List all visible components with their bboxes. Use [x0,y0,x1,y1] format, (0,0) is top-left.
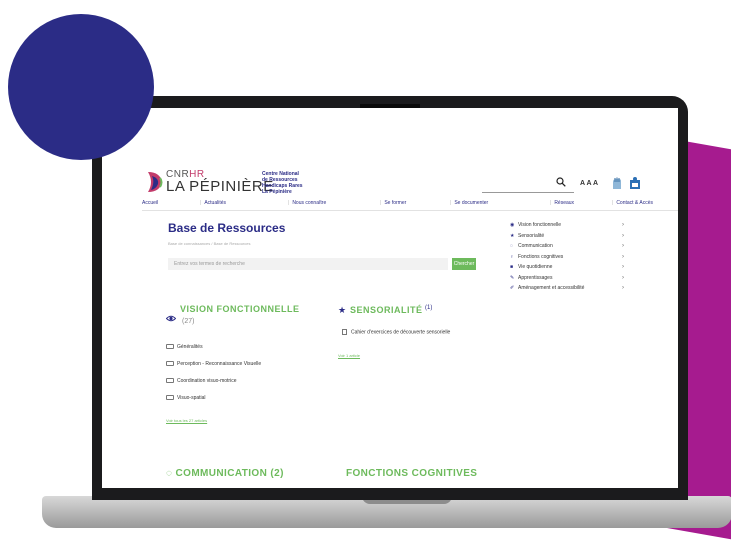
laptop-bezel: CNRHR LA PÉPINIÈRE Centre National de Re… [92,96,688,500]
page-title: Base de Ressources [168,221,286,235]
nav-item-contact[interactable]: Contact & Accès [612,200,653,206]
section-title-vision[interactable]: VISION FONCTIONNELLE [180,304,300,314]
sidebar-item-label: Sensorialité [518,232,545,239]
list-item[interactable]: Visuo-spatial [166,395,261,412]
eye-icon [166,315,176,322]
list-item-label: Perception - Reconnaissance Visuelle [177,361,262,367]
list-item-label: Généralités [177,344,203,350]
sidebar-item-label: Vision fonctionnelle [518,222,561,228]
main-navigation: Accueil Actualités Nous connaître Se for… [142,198,678,211]
sidebar-item-apprentissages[interactable]: ✎ Apprentissages › [510,275,630,286]
chevron-right-icon: › [622,274,624,281]
see-all-vision-link[interactable]: Voir tous les 27 articles [166,418,207,423]
chevron-right-icon: › [622,222,624,228]
sidebar-item-communication[interactable]: ◌ Communication › [510,243,630,254]
list-item[interactable]: Généralités [166,344,261,361]
home-icon: ■ [510,264,514,270]
chevron-right-icon: › [622,253,624,260]
sidebar-item-label: Apprentissages [518,274,553,281]
sidebar-item-label: Communication [518,243,553,249]
resource-search-input[interactable]: Entrez vos termes de recherche [168,258,448,270]
header-search-field[interactable] [482,192,574,193]
brand-sub-line: La Pépinière [262,189,292,195]
section-count-sensorialite: (1) [425,305,433,311]
decorative-navy-circle [8,14,154,160]
document-icon [342,329,347,335]
sidebar-item-label: Aménagement et accessibilité [518,285,585,291]
nav-item-reseaux[interactable]: Réseaux [550,200,574,206]
folder-icon [166,361,174,367]
section-title-communication[interactable]: ◌ COMMUNICATION (2) [166,468,284,479]
search-icon[interactable] [556,177,566,187]
sidebar-item-cognitives[interactable]: ♀ Fonctions cognitives › [510,254,630,265]
folder-icon [166,344,174,350]
eye-icon: ◉ [510,222,515,228]
star-icon: ★ [510,232,515,239]
brand-subtitle: Centre National de Ressources Handicaps … [262,171,322,195]
see-all-sensorialite-link[interactable]: Voir 1 article [338,353,360,358]
category-sidebar: ◉ Vision fonctionnelle › ★ Sensorialité › ◌ C… [510,222,630,296]
article-link[interactable]: Cahier d'exercices de découverte sensori… [342,329,450,335]
section-count-communication: (2) [270,468,284,479]
list-item[interactable]: Perception - Reconnaissance Visuelle [166,361,261,378]
list-item-label: Coordination visuo-motrice [177,378,237,384]
laptop-screen: CNRHR LA PÉPINIÈRE Centre National de Re… [102,108,678,488]
breadcrumb[interactable]: Base de connaissances / Base de Ressourc… [168,241,251,246]
sign-language-icon[interactable] [610,176,624,190]
brand-name-line2[interactable]: LA PÉPINIÈRE [166,178,274,195]
sidebar-item-label: Vie quotidienne [518,264,553,270]
article-title: Cahier d'exercices de découverte sensori… [351,329,451,336]
bulb-icon: ♀ [510,253,514,260]
list-item[interactable]: Coordination visuo-motrice [166,378,261,395]
easy-read-icon[interactable] [628,176,642,190]
folder-icon [166,395,174,401]
star-icon: ★ [338,305,347,315]
chat-icon: ◌ [510,243,513,249]
nav-item-se-documenter[interactable]: Se documenter [450,200,488,206]
nav-item-actualites[interactable]: Actualités [200,200,226,206]
sidebar-item-sensorialite[interactable]: ★ Sensorialité › [510,233,630,244]
list-item-label: Visuo-spatial [177,395,206,401]
section-title-cognitives[interactable]: FONCTIONS COGNITIVES [346,468,477,479]
nav-item-nous-connaitre[interactable]: Nous connaître [288,200,326,206]
chevron-right-icon: › [622,285,624,291]
sidebar-item-amenagement[interactable]: ✐ Aménagement et accessibilité › [510,285,630,296]
pencil-icon: ✎ [510,274,515,281]
chevron-right-icon: › [622,243,624,249]
vision-subcategory-list: Généralités Perception - Reconnaissance … [166,344,261,412]
text-size-toggle[interactable]: A A A [580,180,598,187]
section-title-sensorialite[interactable]: SENSORIALITÉ [350,305,423,315]
laptop-base [42,496,731,528]
wrench-icon: ✐ [510,285,515,291]
chevron-right-icon: › [622,264,624,270]
sidebar-item-vision[interactable]: ◉ Vision fonctionnelle › [510,222,630,233]
sidebar-item-vie-quotidienne[interactable]: ■ Vie quotidienne › [510,264,630,275]
chevron-right-icon: › [622,232,624,239]
section-count-vision: (27) [182,318,195,325]
search-button[interactable]: Chercher [452,258,476,270]
folder-icon [166,378,174,384]
sidebar-item-label: Fonctions cognitives [518,253,564,260]
section-title-text: COMMUNICATION [175,468,268,479]
cnrhr-logo-icon[interactable] [146,170,164,194]
nav-item-accueil[interactable]: Accueil [142,200,158,206]
chat-icon: ◌ [166,468,176,479]
nav-item-se-former[interactable]: Se former [380,200,406,206]
